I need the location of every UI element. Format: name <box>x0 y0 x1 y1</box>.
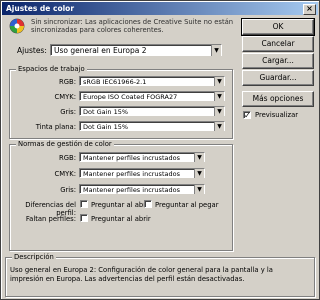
title-bar: Ajustes de color × <box>2 2 318 15</box>
preview-label: Previsualizar <box>255 111 299 119</box>
chevron-down-icon: ▼ <box>214 107 224 116</box>
description-line-2: impresión en Europa. Las advertencias de… <box>10 275 245 283</box>
settings-select-value: Uso general en Europa 2 <box>54 46 147 55</box>
ws-cmyk-label: CMYK: <box>54 93 76 101</box>
mismatch-ask-open-label: Preguntar al abrir <box>91 201 151 209</box>
preview-checkbox[interactable]: ✓ <box>243 111 251 120</box>
cm-rgb-value: Mantener perfiles incrustados <box>83 154 180 162</box>
missing-ask-open-label: Preguntar al abrir <box>91 215 151 223</box>
ws-gray-value: Dot Gain 15% <box>83 108 129 116</box>
color-management-title: Normas de gestión de color <box>16 140 114 148</box>
description-title: Descripción <box>12 253 56 261</box>
settings-label: Ajustes: <box>17 46 47 55</box>
ws-gray-label: Gris: <box>60 108 76 116</box>
mismatch-ask-paste-label: Preguntar al pegar <box>155 201 219 209</box>
chevron-down-icon: ▼ <box>214 92 224 101</box>
chevron-down-icon: ▼ <box>194 153 204 162</box>
cm-gray-select[interactable]: Mantener perfiles incrustados ▼ <box>79 184 205 194</box>
missing-ask-open-checkbox[interactable] <box>80 214 88 222</box>
cm-gray-value: Mantener perfiles incrustados <box>83 186 180 194</box>
chevron-down-icon: ▼ <box>194 185 204 194</box>
cm-cmyk-value: Mantener perfiles incrustados <box>83 170 180 178</box>
ws-cmyk-select[interactable]: Europe ISO Coated FOGRA27 ▼ <box>79 91 225 101</box>
cm-cmyk-select[interactable]: Mantener perfiles incrustados ▼ <box>79 168 205 178</box>
cancel-button[interactable]: Cancelar <box>242 36 314 52</box>
cm-cmyk-label: CMYK: <box>54 170 76 178</box>
ws-cmyk-value: Europe ISO Coated FOGRA27 <box>83 93 178 101</box>
ws-rgb-label: RGB: <box>59 78 76 86</box>
settings-select[interactable]: Uso general en Europa 2 ▼ <box>50 44 222 56</box>
ws-spot-value: Dot Gain 15% <box>83 123 129 131</box>
chevron-down-icon: ▼ <box>214 122 224 131</box>
save-button[interactable]: Guardar... <box>242 70 314 86</box>
cm-gray-label: Gris: <box>60 186 76 194</box>
color-settings-dialog: Ajustes de color × Sin sincronizar: Las … <box>0 0 320 300</box>
ws-gray-select[interactable]: Dot Gain 15% ▼ <box>79 106 225 116</box>
ws-rgb-value: sRGB IEC61966-2.1 <box>83 78 147 86</box>
close-icon[interactable]: × <box>303 4 316 15</box>
cm-rgb-select[interactable]: Mantener perfiles incrustados ▼ <box>79 152 205 162</box>
chevron-down-icon: ▼ <box>211 45 221 56</box>
description-line-1: Uso general en Europa 2: Configuración d… <box>10 266 273 274</box>
more-options-button[interactable]: Más opciones <box>242 91 314 107</box>
ws-spot-select[interactable]: Dot Gain 15% ▼ <box>79 121 225 131</box>
chevron-down-icon: ▼ <box>214 77 224 86</box>
working-spaces-title: Espacios de trabajo <box>16 65 87 73</box>
ok-button[interactable]: OK <box>241 18 315 36</box>
window-title: Ajustes de color <box>6 4 75 13</box>
mismatch-ask-open-checkbox[interactable] <box>80 200 88 208</box>
load-button[interactable]: Cargar... <box>242 53 314 69</box>
sync-notice-line-2: sincronizadas para colores coherentes. <box>31 26 164 34</box>
ws-spot-label: Tinta plana: <box>35 123 76 131</box>
ws-rgb-select[interactable]: sRGB IEC61966-2.1 ▼ <box>79 76 225 86</box>
sync-status-icon <box>9 18 25 34</box>
mismatch-ask-paste-checkbox[interactable] <box>144 200 152 208</box>
cm-rgb-label: RGB: <box>59 154 76 162</box>
missing-label: Faltan perfiles: <box>25 215 76 223</box>
chevron-down-icon: ▼ <box>194 169 204 178</box>
